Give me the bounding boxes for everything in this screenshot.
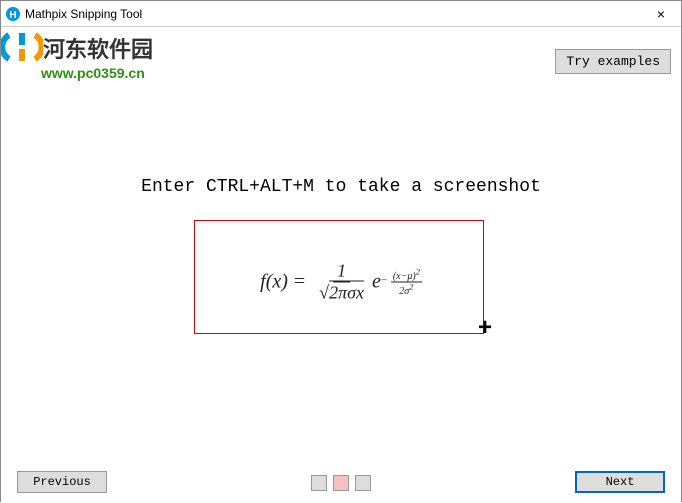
close-icon: × bbox=[657, 6, 665, 22]
titlebar: H Mathpix Snipping Tool × bbox=[1, 1, 681, 27]
svg-text:H: H bbox=[9, 10, 16, 21]
formula-equals: = bbox=[294, 271, 305, 294]
watermark-site-name: 河东软件园 bbox=[43, 32, 153, 64]
sqrt-content: 2πσx bbox=[329, 281, 364, 303]
window-title: Mathpix Snipping Tool bbox=[25, 7, 142, 21]
page-dot-3[interactable] bbox=[355, 475, 371, 491]
frac-numerator: 1 bbox=[333, 261, 350, 283]
frac-denominator: √2πσx bbox=[315, 283, 368, 304]
exp-num: (x−μ)2 bbox=[391, 267, 422, 282]
sqrt-symbol: √ bbox=[319, 283, 329, 303]
formula-preview: f(x) = 1 √2πσx e − (x−μ)2 2σ2 + bbox=[186, 212, 496, 352]
app-icon: H bbox=[5, 6, 21, 22]
formula-fraction: 1 √2πσx bbox=[315, 261, 368, 304]
math-formula: f(x) = 1 √2πσx e − (x−μ)2 2σ2 bbox=[260, 261, 422, 304]
page-dot-1[interactable] bbox=[311, 475, 327, 491]
pagination-dots bbox=[311, 475, 371, 491]
instruction-text: Enter CTRL+ALT+M to take a screenshot bbox=[1, 177, 681, 197]
content-area: 河东软件园 www.pc0359.cn Try examples Enter C… bbox=[1, 27, 681, 503]
watermark-url: www.pc0359.cn bbox=[41, 65, 153, 81]
watermark: 河东软件园 www.pc0359.cn bbox=[1, 29, 153, 81]
formula-exponent: − (x−μ)2 2σ2 bbox=[381, 267, 422, 297]
crosshair-cursor-icon: + bbox=[478, 314, 492, 342]
exp-minus: − bbox=[381, 274, 387, 286]
page-dot-2[interactable] bbox=[333, 475, 349, 491]
exp-fraction: (x−μ)2 2σ2 bbox=[391, 267, 422, 297]
formula-lhs: f(x) bbox=[260, 271, 288, 294]
exp-den: 2σ2 bbox=[397, 283, 415, 297]
try-examples-button[interactable]: Try examples bbox=[555, 49, 671, 74]
formula-e: e bbox=[372, 271, 381, 294]
watermark-logo-icon bbox=[1, 29, 43, 67]
watermark-logo: 河东软件园 bbox=[1, 29, 153, 67]
close-button[interactable]: × bbox=[641, 1, 681, 27]
bottom-bar: Previous Next bbox=[1, 463, 681, 493]
next-button[interactable]: Next bbox=[575, 471, 665, 493]
previous-button[interactable]: Previous bbox=[17, 471, 107, 493]
